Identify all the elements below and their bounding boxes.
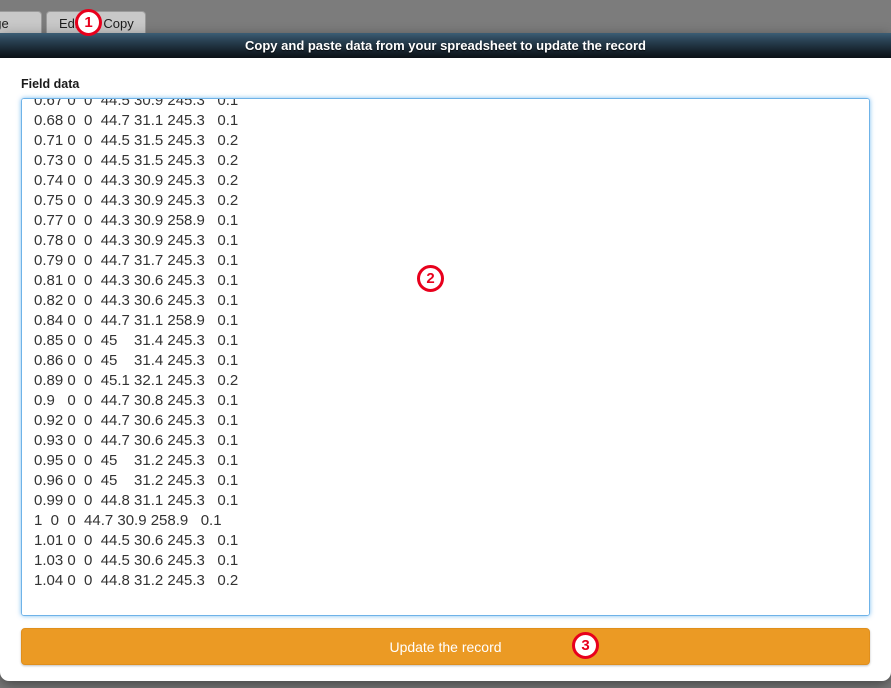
browser-tab-copy-label: Copy	[103, 16, 133, 31]
annotation-marker-2: 2	[417, 265, 444, 292]
dialog-header: Copy and paste data from your spreadshee…	[0, 33, 891, 58]
field-data-textarea[interactable]	[21, 98, 870, 616]
update-the-record-button[interactable]: Update the record	[21, 628, 870, 665]
dialog-body: Field data Update the record	[0, 77, 891, 665]
update-record-dialog: Copy and paste data from your spreadshee…	[0, 33, 891, 681]
browser-tab-change-label: nge	[0, 16, 9, 31]
field-data-label: Field data	[21, 77, 870, 91]
dialog-title: Copy and paste data from your spreadshee…	[245, 38, 646, 53]
annotation-marker-1: 1	[75, 9, 102, 36]
field-data-textarea-wrapper	[21, 98, 870, 616]
annotation-marker-3: 3	[572, 632, 599, 659]
browser-tab-strip: nge EditCopy	[0, 0, 891, 36]
